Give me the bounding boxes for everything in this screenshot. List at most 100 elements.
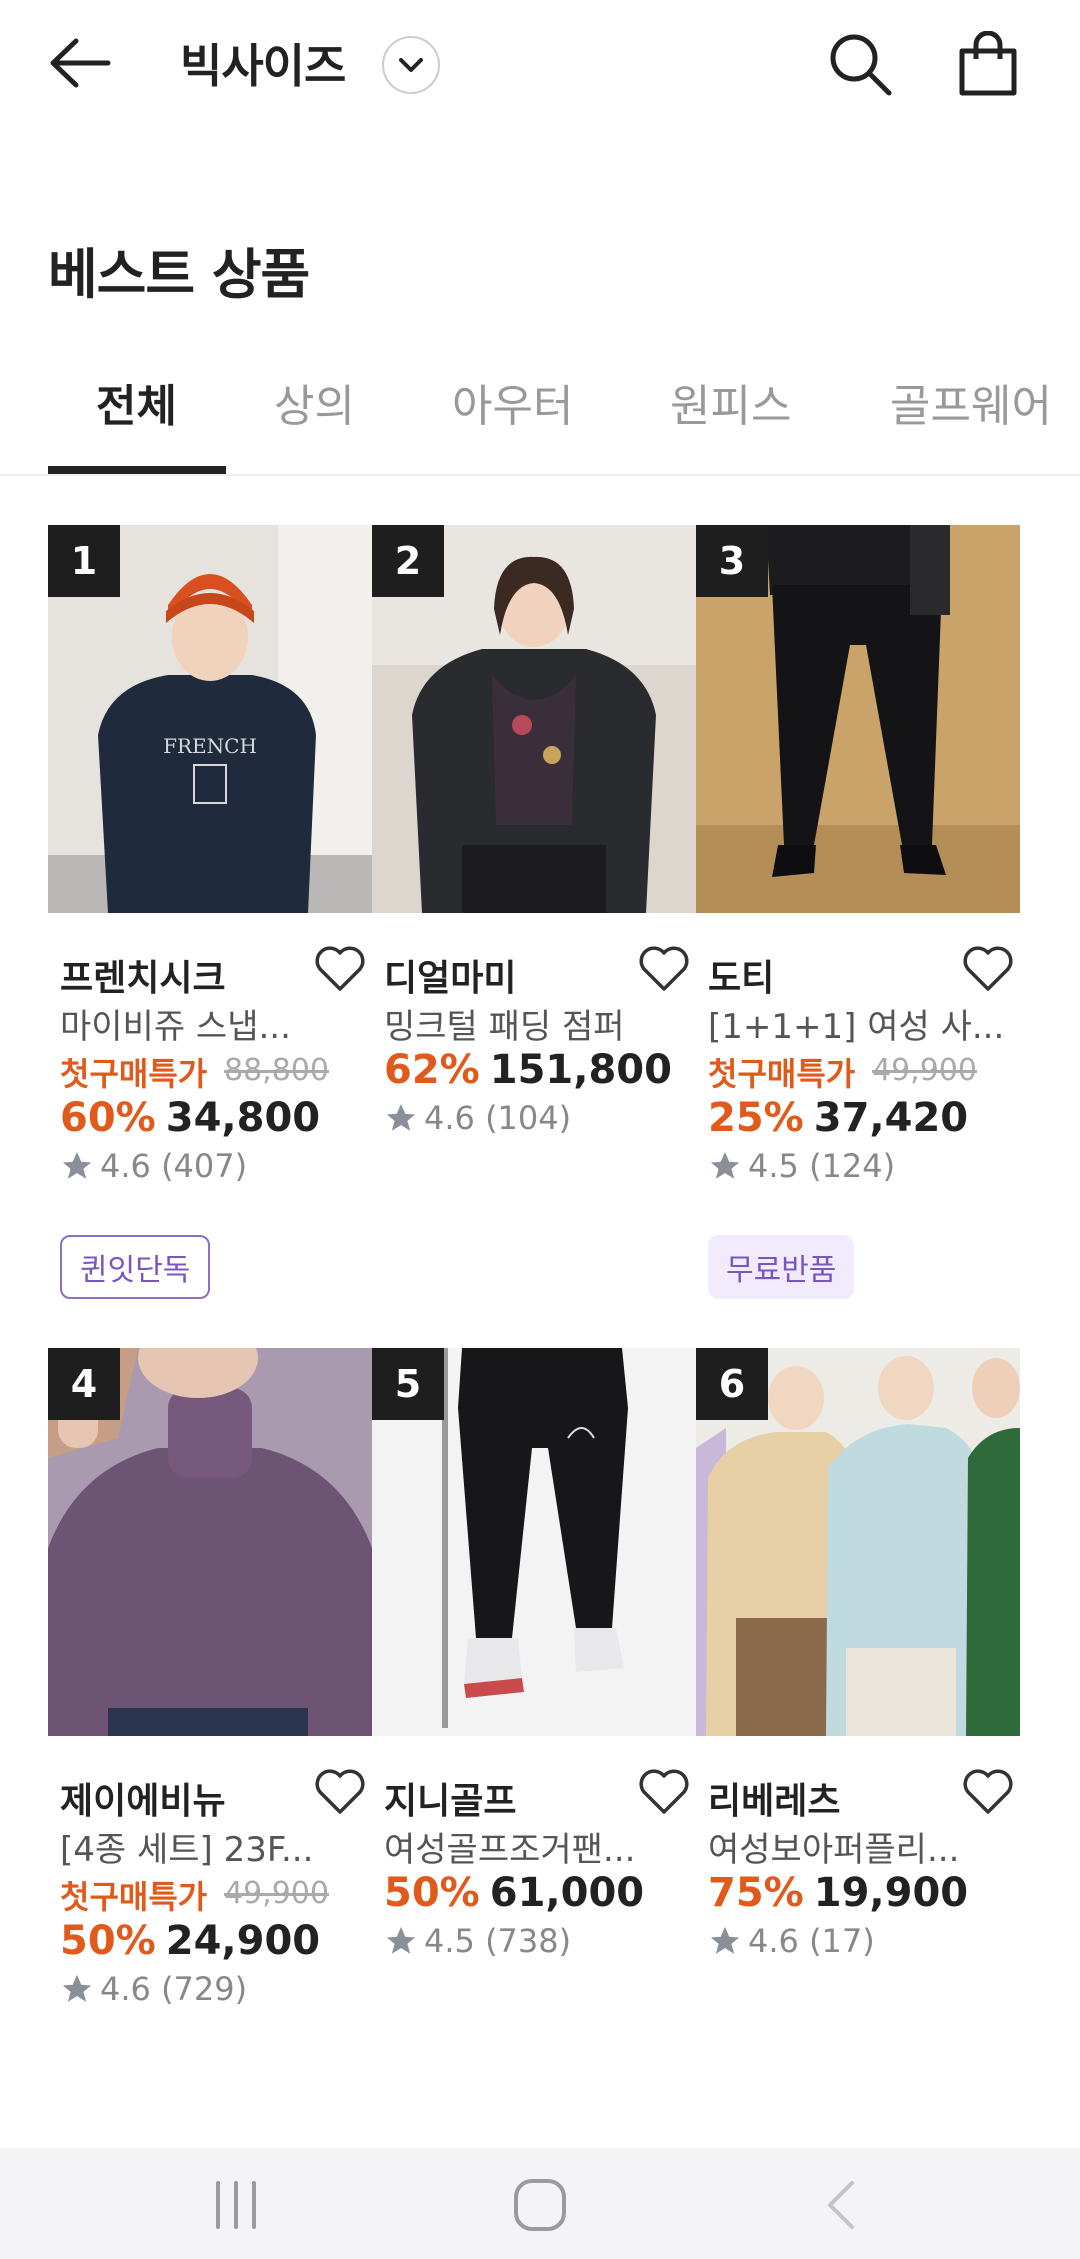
product-name[interactable]: 여성보아퍼플리...: [708, 1822, 1008, 1871]
sale-price: 37,420: [813, 1095, 969, 1141]
heart-icon: [639, 946, 689, 991]
product-card[interactable]: 5 지니골프 여성골프조거팬... 50% 61,000 4.5 (738): [372, 1348, 696, 2148]
rating-score: 4.5: [424, 1922, 475, 1960]
brand-name[interactable]: 제이에비뉴: [60, 1772, 226, 1824]
favorite-button[interactable]: [312, 941, 368, 997]
original-price: 88,800: [224, 1053, 329, 1088]
brand-name[interactable]: 지니골프: [384, 1772, 516, 1824]
brand-name[interactable]: 도티: [708, 949, 774, 1001]
rank-badge: 4: [48, 1348, 120, 1420]
favorite-button[interactable]: [636, 1764, 692, 1820]
product-image[interactable]: 6: [696, 1348, 1020, 1736]
product-name[interactable]: [4종 세트] 23F...: [60, 1822, 360, 1871]
promo-label: 첫구매특가: [60, 1878, 208, 1916]
rank-badge: 6: [696, 1348, 768, 1420]
store-title[interactable]: 빅사이즈: [180, 30, 346, 96]
promo-label: 첫구매특가: [60, 1055, 208, 1093]
product-card[interactable]: 4 제이에비뉴 [4종 세트] 23F... 첫구매특가 49,900 50% 2…: [48, 1348, 372, 2148]
tab-tops[interactable]: 상의: [274, 370, 355, 434]
price-row: 50% 24,900: [60, 1918, 320, 1964]
star-icon: [710, 1151, 740, 1179]
sale-price: 151,800: [489, 1047, 672, 1093]
product-card[interactable]: 6 리베레츠 여성보아퍼플리... 75% 19,900 4.6 (17): [696, 1348, 1020, 2148]
product-image[interactable]: 3: [696, 525, 1020, 913]
rank-badge: 3: [696, 525, 768, 597]
sale-price: 19,900: [813, 1870, 969, 1916]
tab-all[interactable]: 전체: [96, 370, 177, 434]
rank-badge: 2: [372, 525, 444, 597]
back-icon: [828, 2181, 854, 2229]
recent-apps-button[interactable]: [196, 2170, 276, 2240]
product-image[interactable]: 2: [372, 525, 696, 913]
sale-price: 61,000: [489, 1870, 645, 1916]
review-count: (407): [161, 1147, 248, 1185]
store-dropdown-button[interactable]: [382, 36, 440, 94]
product-image[interactable]: 4: [48, 1348, 372, 1736]
rating-score: 4.6: [100, 1970, 151, 2008]
review-count: (738): [485, 1922, 572, 1960]
tab-outerwear[interactable]: 아우터: [452, 370, 573, 434]
rank-badge: 1: [48, 525, 120, 597]
active-tab-indicator: [48, 466, 226, 474]
discount-rate: 50%: [384, 1870, 480, 1916]
product-image[interactable]: 5: [372, 1348, 696, 1736]
price-row: 50% 61,000: [384, 1870, 644, 1916]
star-icon: [386, 1926, 416, 1954]
category-tabs: 전체 상의 아우터 원피스 골프웨어: [0, 360, 1080, 476]
home-icon: [514, 2179, 566, 2231]
heart-icon: [963, 1769, 1013, 1814]
tab-golfwear[interactable]: 골프웨어: [890, 370, 1052, 434]
favorite-button[interactable]: [960, 941, 1016, 997]
star-icon: [710, 1926, 740, 1954]
product-card[interactable]: 3 도티 [1+1+1] 여성 사... 첫구매특가 49,900 25% 37,…: [696, 525, 1020, 1325]
product-card[interactable]: FRENCH 1 프렌치시크 마이비쥬 스냅... 첫구매특가 88,800 6…: [48, 525, 372, 1325]
chevron-down-icon: [399, 58, 423, 72]
discount-rate: 50%: [60, 1918, 156, 1964]
rating-score: 4.5: [748, 1147, 799, 1185]
discount-rate: 60%: [60, 1095, 156, 1141]
rank-badge: 5: [372, 1348, 444, 1420]
price-row: 25% 37,420: [708, 1095, 968, 1141]
product-card[interactable]: 2 디얼마미 밍크털 패딩 점퍼 62% 151,800 4.6 (104): [372, 525, 696, 1325]
favorite-button[interactable]: [636, 941, 692, 997]
tab-dresses[interactable]: 원피스: [670, 370, 791, 434]
rating-score: 4.6: [424, 1099, 475, 1137]
discount-rate: 25%: [708, 1095, 804, 1141]
back-button[interactable]: [48, 28, 128, 98]
star-icon: [62, 1974, 92, 2002]
product-name[interactable]: 여성골프조거팬...: [384, 1822, 684, 1871]
brand-name[interactable]: 프렌치시크: [60, 949, 226, 1001]
sale-price: 34,800: [165, 1095, 321, 1141]
discount-rate: 62%: [384, 1047, 480, 1093]
search-icon: [830, 34, 892, 96]
star-icon: [386, 1103, 416, 1131]
price-row: 62% 151,800: [384, 1047, 672, 1093]
shopping-bag-icon: [959, 31, 1017, 96]
review-count: (124): [809, 1147, 896, 1185]
product-name[interactable]: 마이비쥬 스냅...: [60, 999, 360, 1048]
review-count: (17): [809, 1922, 875, 1960]
discount-rate: 75%: [708, 1870, 804, 1916]
home-button[interactable]: [500, 2170, 580, 2240]
shopping-bag-button[interactable]: [950, 26, 1026, 102]
rating-score: 4.6: [100, 1147, 151, 1185]
brand-name[interactable]: 디얼마미: [384, 949, 516, 1001]
search-button[interactable]: [822, 26, 898, 102]
arrow-left-icon: [50, 38, 111, 88]
product-name[interactable]: [1+1+1] 여성 사...: [708, 999, 1008, 1048]
product-name[interactable]: 밍크털 패딩 점퍼: [384, 999, 684, 1048]
back-nav-button[interactable]: [800, 2170, 880, 2240]
brand-name[interactable]: 리베레츠: [708, 1772, 840, 1824]
original-price: 49,900: [872, 1053, 977, 1088]
rating: 4.6 (729): [60, 1970, 247, 2008]
rating: 4.6 (407): [60, 1147, 247, 1185]
sale-price: 24,900: [165, 1918, 321, 1964]
review-count: (104): [485, 1099, 572, 1137]
product-image[interactable]: FRENCH 1: [48, 525, 372, 913]
favorite-button[interactable]: [312, 1764, 368, 1820]
favorite-button[interactable]: [960, 1764, 1016, 1820]
review-count: (729): [161, 1970, 248, 2008]
price-row: 60% 34,800: [60, 1095, 320, 1141]
system-navigation-bar: [0, 2148, 1080, 2259]
rating: 4.5 (738): [384, 1922, 571, 1960]
